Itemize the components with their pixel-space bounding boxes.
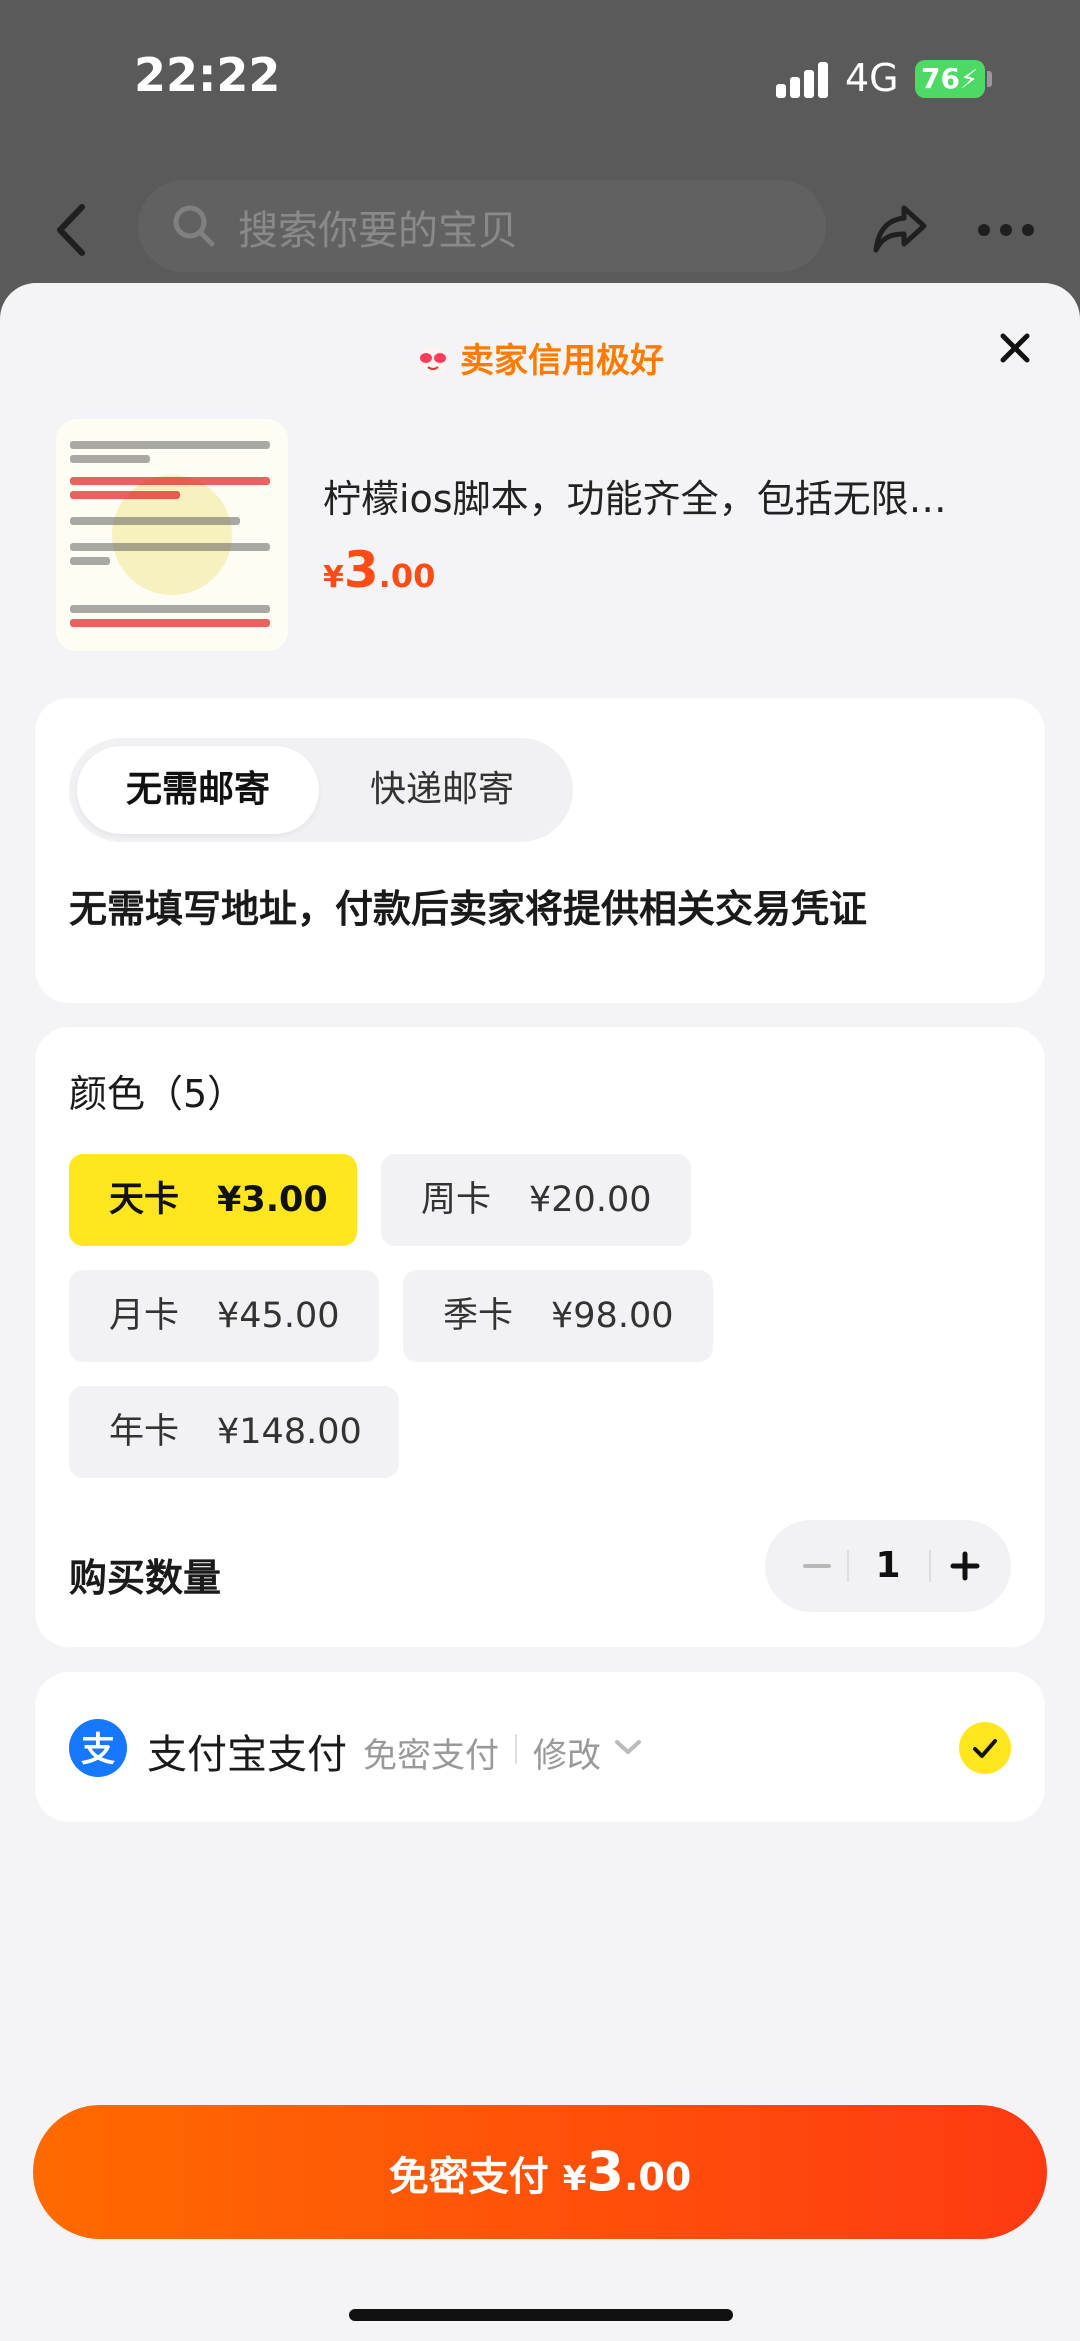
charging-icon: ⚡ [959,65,979,95]
spec-option-year[interactable]: 年卡 ¥148.00 [69,1386,399,1478]
battery-level: 76 [921,62,960,95]
product-thumbnail[interactable] [56,419,288,651]
share-icon[interactable] [870,198,930,258]
spec-option-name: 天卡 [109,1180,180,1220]
more-icon[interactable] [978,210,1038,250]
thumb-text-line [70,491,180,499]
spec-card: 颜色（5） 天卡 ¥3.00 周卡 ¥20.00 月卡 ¥45.00 季卡 ¥98.00… [35,1027,1045,1647]
pay-button-price-integer: 3 [586,2140,624,2203]
price-integer: 3 [343,541,379,599]
thumb-text-line [70,557,110,565]
spec-option-name: 月卡 [109,1296,180,1336]
purchase-sheet: 卖家信用极好 柠檬ios脚本，功能齐全，包括无限… ¥3.00 无需邮寄 快递邮… [0,283,1080,2341]
spec-option-price: ¥20.00 [529,1180,652,1220]
search-icon [170,202,218,250]
close-icon[interactable] [995,328,1035,368]
network-type: 4G [845,56,899,100]
sunglasses-icon [416,345,450,375]
thumb-text-line [70,605,270,613]
battery-indicator: 76⚡ [915,60,985,98]
search-placeholder: 搜索你要的宝贝 [238,208,518,254]
payment-separator [515,1734,517,1764]
thumb-text-line [70,455,150,463]
product-title: 柠檬ios脚本，功能齐全，包括无限… [323,477,947,521]
stepper-divider [847,1550,849,1582]
pay-button-price-symbol: ¥ [562,2159,587,2199]
quantity-minus-button[interactable] [787,1520,847,1612]
price-decimal: .00 [378,557,436,595]
spec-option-price: ¥3.00 [217,1180,328,1220]
top-nav: 搜索你要的宝贝 [0,180,1080,280]
shipping-option-express[interactable]: 快递邮寄 [319,746,565,834]
pay-button[interactable]: 免密支付 ¥3.00 [33,2105,1047,2239]
alipay-icon: 支 [69,1719,127,1777]
shipping-card: 无需邮寄 快递邮寄 无需填写地址，付款后卖家将提供相关交易凭证 [35,698,1045,1003]
spec-option-name: 季卡 [443,1296,514,1336]
status-time: 22:22 [134,48,281,102]
signal-icon [776,62,830,98]
thumb-text-line [70,543,270,551]
payment-mode: 免密支付 [363,1736,499,1776]
thumb-text-line [70,477,270,485]
spec-option-month[interactable]: 月卡 ¥45.00 [69,1270,379,1362]
quantity-plus-button[interactable] [935,1520,995,1612]
payment-card[interactable]: 支 支付宝支付 免密支付 修改 [35,1672,1045,1822]
payment-change-link[interactable]: 修改 [533,1728,601,1777]
shipping-option-no-shipping[interactable]: 无需邮寄 [77,746,319,834]
pay-button-price-decimal: .00 [623,2155,692,2199]
spec-option-price: ¥45.00 [217,1296,340,1336]
svg-text:支: 支 [81,1730,115,1770]
battery-tip [987,71,992,87]
spec-option-name: 周卡 [421,1180,492,1220]
quantity-label: 购买数量 [69,1556,222,1600]
seller-badge-text: 卖家信用极好 [460,341,664,381]
checkmark-icon[interactable] [959,1722,1011,1774]
seller-credit-badge: 卖家信用极好 [0,333,1080,382]
quantity-stepper: 1 [765,1520,1011,1612]
status-bar: 22:22 4G 76⚡ [0,0,1080,160]
search-input[interactable]: 搜索你要的宝贝 [138,180,826,272]
product-price: ¥3.00 [323,541,435,599]
thumb-text-line [70,517,240,525]
thumb-text-line [70,619,270,627]
price-symbol: ¥ [323,560,344,595]
spec-option-price: ¥98.00 [551,1296,674,1336]
thumb-text-line [70,441,270,449]
shipping-toggle: 无需邮寄 快递邮寄 [69,738,573,842]
spec-option-day[interactable]: 天卡 ¥3.00 [69,1154,357,1246]
pay-button-label: 免密支付 [388,2154,549,2200]
payment-method-name: 支付宝支付 [147,1732,347,1778]
shipping-description: 无需填写地址，付款后卖家将提供相关交易凭证 [69,887,868,931]
back-icon[interactable] [44,195,104,265]
spec-option-quarter[interactable]: 季卡 ¥98.00 [403,1270,713,1362]
spec-option-price: ¥148.00 [217,1412,362,1452]
chevron-down-icon[interactable] [612,1736,644,1758]
spec-option-week[interactable]: 周卡 ¥20.00 [381,1154,691,1246]
home-indicator[interactable] [349,2309,733,2321]
spec-title: 颜色（5） [69,1072,246,1116]
spec-option-name: 年卡 [109,1412,180,1452]
stepper-divider [929,1550,931,1582]
quantity-value[interactable]: 1 [853,1520,923,1612]
